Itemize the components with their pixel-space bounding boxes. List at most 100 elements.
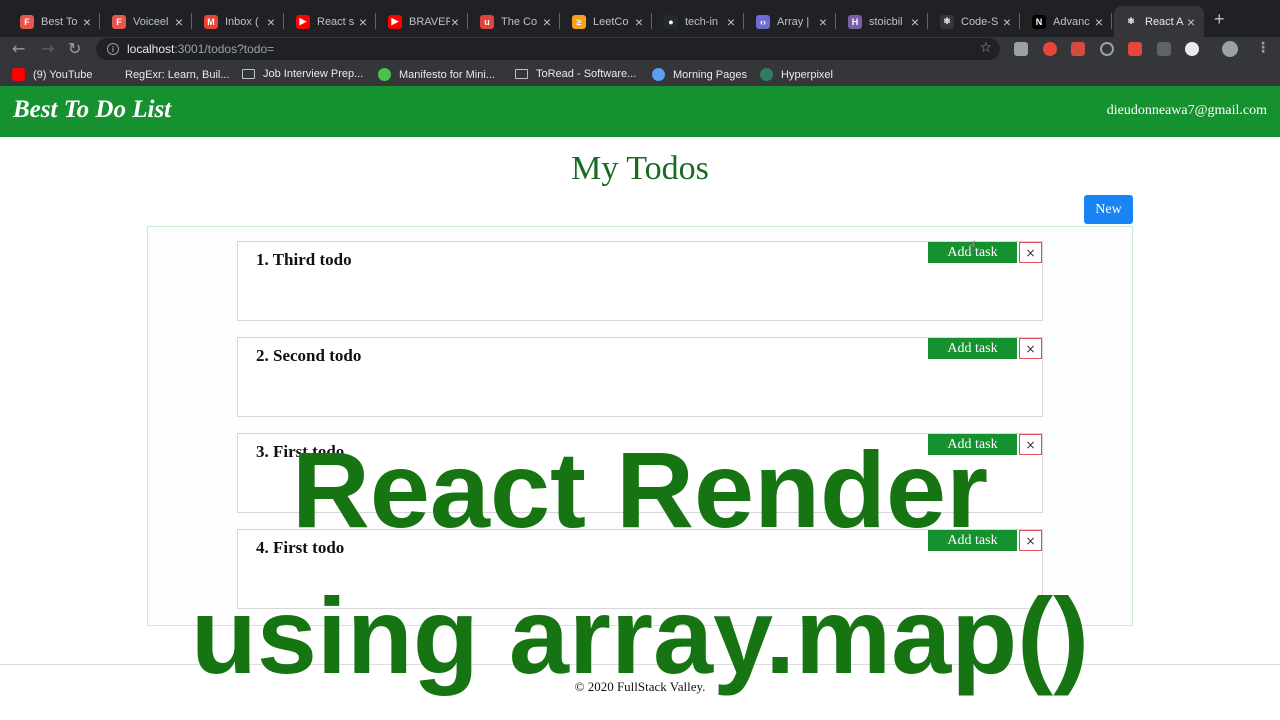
- tab-favicon-icon: ▶: [296, 14, 310, 29]
- reload-icon[interactable]: ↻: [68, 39, 81, 58]
- tab-close-icon[interactable]: ×: [450, 14, 460, 30]
- todo-title: 1. Third todo: [256, 250, 352, 269]
- folder-icon: [242, 69, 255, 79]
- circle-icon: [378, 68, 391, 81]
- regexr-icon: [104, 68, 117, 81]
- bookmark-item[interactable]: RegExr: Learn, Buil...: [104, 68, 230, 81]
- browser-tab[interactable]: ≥ LeetCo ×: [562, 6, 652, 37]
- tab-separator: [467, 13, 468, 29]
- browser-tab[interactable]: N Advanc ×: [1022, 6, 1112, 37]
- extension-icon[interactable]: [1014, 42, 1028, 56]
- tab-title: Array |: [777, 15, 810, 28]
- tab-separator: [743, 13, 744, 29]
- extension-icon[interactable]: [1157, 42, 1171, 56]
- youtube-icon: [12, 68, 25, 81]
- browser-tab[interactable]: ▶ React s ×: [286, 6, 376, 37]
- tab-favicon-icon: F: [112, 14, 126, 29]
- bookmark-label: (9) YouTube: [33, 68, 93, 81]
- tab-close-icon[interactable]: ×: [266, 14, 276, 30]
- tab-close-icon[interactable]: ×: [726, 14, 736, 30]
- todo-title: 2. Second todo: [256, 346, 362, 365]
- tab-separator: [559, 13, 560, 29]
- globe-icon: [652, 68, 665, 81]
- tab-title: stoicbil: [869, 15, 903, 28]
- tab-title: Inbox (: [225, 15, 259, 28]
- new-todo-button[interactable]: New: [1084, 195, 1133, 224]
- tab-favicon-icon: N: [1032, 14, 1046, 29]
- tab-close-icon[interactable]: ×: [1186, 14, 1196, 30]
- tab-title: BRAVEF: [409, 15, 450, 28]
- browser-tab[interactable]: ⚛ Code-S ×: [930, 6, 1020, 37]
- tab-separator: [283, 13, 284, 29]
- tab-title: Best To: [41, 15, 78, 28]
- tab-title: Voiceel: [133, 15, 169, 28]
- bookmark-item[interactable]: ToRead - Software...: [515, 68, 636, 80]
- tab-close-icon[interactable]: ×: [358, 14, 368, 30]
- new-tab-button[interactable]: +: [1214, 9, 1225, 30]
- tab-close-icon[interactable]: ×: [634, 14, 644, 30]
- tab-separator: [99, 13, 100, 29]
- add-task-button[interactable]: Add task: [928, 338, 1017, 359]
- todo-card: 1. Third todo Add task ×: [237, 241, 1043, 321]
- app-header: Best To Do List dieudonneawa7@gmail.com: [0, 86, 1280, 137]
- delete-todo-button[interactable]: ×: [1019, 242, 1042, 263]
- forward-icon[interactable]: →: [41, 39, 54, 58]
- extension-icon[interactable]: [1128, 42, 1142, 56]
- browser-tab[interactable]: ● tech-in ×: [654, 6, 744, 37]
- browser-toolbar: ← → ↻ i localhost:3001/todos?todo= ☆ ⋮: [0, 37, 1280, 63]
- tab-title: React A: [1145, 15, 1184, 28]
- browser-tab[interactable]: ⚛ React A ×: [1114, 6, 1204, 37]
- browser-tab[interactable]: u The Co ×: [470, 6, 560, 37]
- browser-tab-bar: F Best To × F Voiceel × M Inbox (× ▶ React s × ▶ BRA…: [0, 0, 1280, 37]
- bookmark-label: RegExr: Learn, Buil...: [125, 68, 230, 81]
- tab-title: Code-S: [961, 15, 999, 28]
- tab-separator: [835, 13, 836, 29]
- tab-favicon-icon: ●: [664, 14, 678, 29]
- folder-icon: [515, 69, 528, 79]
- url-path: :3001/todos?todo=: [174, 42, 275, 56]
- extension-icon[interactable]: [1071, 42, 1085, 56]
- tab-close-icon[interactable]: ×: [174, 14, 184, 30]
- browser-tab[interactable]: F Voiceel ×: [102, 6, 192, 37]
- page-title: My Todos: [571, 150, 709, 187]
- bookmarks-bar: (9) YouTube RegExr: Learn, Buil... Job I…: [0, 63, 1280, 86]
- site-info-icon[interactable]: i: [107, 43, 119, 55]
- browser-tab[interactable]: ▶ BRAVEF ×: [378, 6, 468, 37]
- bookmark-star-icon[interactable]: ☆: [979, 40, 992, 56]
- bookmark-item[interactable]: Manifesto for Mini...: [378, 68, 495, 81]
- extension-icon[interactable]: [1043, 42, 1057, 56]
- tab-favicon-icon: u: [480, 14, 494, 29]
- tab-close-icon[interactable]: ×: [910, 14, 920, 30]
- browser-tab[interactable]: M Inbox (×: [194, 6, 284, 37]
- bookmark-label: Morning Pages: [673, 68, 747, 81]
- tab-separator: [191, 13, 192, 29]
- delete-todo-button[interactable]: ×: [1019, 338, 1042, 359]
- tab-close-icon[interactable]: ×: [542, 14, 552, 30]
- overlay-title-line-2: using array.map(): [190, 575, 1090, 696]
- user-email: dieudonneawa7@gmail.com: [1106, 103, 1267, 118]
- back-icon[interactable]: ←: [12, 39, 25, 58]
- bookmark-item[interactable]: Morning Pages: [652, 68, 747, 81]
- extension-icon[interactable]: [1185, 42, 1199, 56]
- profile-avatar[interactable]: [1222, 41, 1238, 57]
- tab-close-icon[interactable]: ×: [1094, 14, 1104, 30]
- bookmark-item[interactable]: (9) YouTube: [12, 68, 93, 81]
- browser-tab[interactable]: F Best To ×: [10, 6, 100, 37]
- tab-favicon-icon: F: [20, 14, 34, 29]
- tab-favicon-icon: ≥: [572, 14, 586, 29]
- bookmark-item[interactable]: Job Interview Prep...: [242, 68, 363, 80]
- overlay-title-line-1: React Render: [291, 429, 989, 550]
- tab-close-icon[interactable]: ×: [818, 14, 828, 30]
- browser-tab[interactable]: ‹› Array | ×: [746, 6, 836, 37]
- tab-title: Advanc: [1053, 15, 1090, 28]
- extension-icon[interactable]: [1100, 42, 1114, 56]
- address-bar[interactable]: i localhost:3001/todos?todo= ☆: [96, 38, 1000, 60]
- bookmark-item[interactable]: Hyperpixel: [760, 68, 833, 81]
- app-brand[interactable]: Best To Do List: [13, 96, 171, 124]
- url-text[interactable]: localhost:3001/todos?todo=: [127, 42, 274, 56]
- browser-tab[interactable]: Hstoicbil ×: [838, 6, 928, 37]
- browser-menu-icon[interactable]: ⋮: [1256, 40, 1270, 56]
- tab-close-icon[interactable]: ×: [82, 14, 92, 30]
- tab-close-icon[interactable]: ×: [1002, 14, 1012, 30]
- tab-separator: [1019, 13, 1020, 29]
